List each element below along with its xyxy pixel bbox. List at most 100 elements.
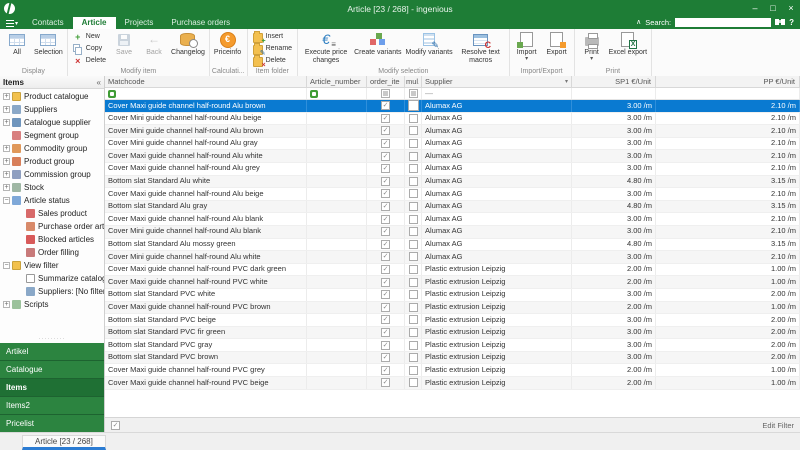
delete-button[interactable]: × Delete [71, 55, 108, 66]
tree-expander[interactable] [17, 236, 24, 243]
sidebar-collapse-icon[interactable]: « [97, 78, 101, 87]
order-item-checkbox[interactable] [381, 239, 390, 249]
resolve-text-macros-button[interactable]: Resolve text macros [455, 30, 507, 67]
table-row[interactable]: Bottom slat Standard PVC fir green Plast… [105, 326, 800, 340]
tree-item[interactable]: + Catalogue supplier [0, 116, 104, 129]
tree-item[interactable]: + Product group [0, 155, 104, 168]
tree-item[interactable]: Summarize catalogue [0, 272, 104, 285]
mul-checkbox[interactable] [408, 315, 418, 325]
mul-checkbox[interactable] [408, 189, 418, 199]
tree-item[interactable]: Blocked articles [0, 233, 104, 246]
maximize-icon[interactable]: □ [764, 1, 782, 16]
new-button[interactable]: + New [71, 31, 108, 42]
tree-expander[interactable]: − [3, 197, 10, 204]
table-row[interactable]: Bottom slat Standard PVC white Plastic e… [105, 288, 800, 302]
collapse-ribbon-icon[interactable]: ∧ [636, 18, 641, 26]
edit-filter-button[interactable]: Edit Filter [762, 421, 794, 430]
tree-expander[interactable]: + [3, 106, 10, 113]
column-header[interactable]: SP1 €/Unit [572, 76, 656, 87]
tree-expander[interactable]: + [3, 171, 10, 178]
side-panel-tab[interactable]: Items [0, 379, 104, 397]
tree-item[interactable]: + Commission group [0, 168, 104, 181]
table-row[interactable]: Cover Maxi guide channel half-round PVC … [105, 301, 800, 315]
column-header[interactable]: PP €/Unit [656, 76, 800, 87]
order-item-checkbox[interactable] [381, 126, 390, 136]
table-row[interactable]: Bottom slat Standard Alu gray Alumax AG … [105, 200, 800, 214]
mul-checkbox[interactable] [408, 353, 418, 363]
filter-cell-pp[interactable] [656, 88, 800, 99]
export-button[interactable]: Export [542, 30, 572, 67]
table-row[interactable]: Cover Mini guide channel half-round Alu … [105, 112, 800, 126]
help-icon[interactable]: ? [789, 18, 794, 27]
mul-checkbox[interactable] [408, 202, 418, 212]
indeterminate-checkbox[interactable] [408, 89, 418, 98]
order-item-checkbox[interactable] [381, 327, 390, 337]
tree-item[interactable]: Purchase order article [0, 220, 104, 233]
footer-checkbox[interactable] [111, 421, 120, 430]
tree-item[interactable]: Suppliers: [No filter] [0, 285, 104, 298]
table-row[interactable]: Cover Maxi guide channel half-round PVC … [105, 263, 800, 277]
ribbon-tab[interactable]: Contacts [23, 17, 73, 29]
tree-item[interactable]: + Commodity group [0, 142, 104, 155]
order-item-checkbox[interactable] [381, 378, 390, 388]
tree-expander[interactable]: + [3, 93, 10, 100]
minimize-icon[interactable]: – [746, 1, 764, 16]
tree-expander[interactable]: + [3, 158, 10, 165]
mul-checkbox[interactable] [408, 340, 418, 350]
table-row[interactable]: Bottom slat Standard PVC beige Plastic e… [105, 314, 800, 327]
mul-checkbox[interactable] [408, 214, 418, 224]
table-row[interactable]: Cover Mini guide channel half-round Alu … [105, 225, 800, 239]
table-row[interactable]: Cover Maxi guide channel half-round PVC … [105, 276, 800, 289]
search-input[interactable] [675, 17, 772, 27]
tree-expander[interactable]: + [3, 119, 10, 126]
mul-checkbox[interactable] [408, 126, 418, 136]
mul-checkbox[interactable] [408, 113, 418, 123]
tree-item[interactable]: + Scripts [0, 298, 104, 311]
back-button[interactable]: ← Back [139, 30, 169, 67]
execute-price-changes-button[interactable]: € Execute price changes [300, 30, 352, 67]
order-item-checkbox[interactable] [381, 265, 390, 275]
order-item-checkbox[interactable] [381, 202, 390, 212]
table-row[interactable]: Cover Maxi guide channel half-round PVC … [105, 377, 800, 390]
order-item-checkbox[interactable] [381, 353, 390, 363]
excel-export-button[interactable]: Excel export [607, 30, 650, 67]
side-panel-tab[interactable]: Catalogue [0, 361, 104, 379]
tree-item[interactable]: Sales product [0, 207, 104, 220]
filter-cell-order-item[interactable] [367, 88, 405, 99]
ribbon-tab[interactable]: Purchase orders [162, 17, 239, 29]
close-icon[interactable]: × [782, 1, 800, 16]
table-row[interactable]: Bottom slat Standard Alu white Alumax AG… [105, 175, 800, 189]
delete-folder-button[interactable]: × Delete [251, 54, 294, 69]
column-header[interactable]: order_item [367, 76, 405, 87]
tree-item[interactable]: − Article status [0, 194, 104, 207]
mul-checkbox[interactable] [408, 139, 418, 149]
import-button[interactable]: Import ▾ [512, 30, 542, 67]
tree-item[interactable]: + Product catalogue [0, 90, 104, 103]
status-tab-article[interactable]: Article [23 / 268] [22, 435, 106, 450]
mul-checkbox[interactable] [408, 151, 418, 161]
ribbon-tab[interactable]: Projects [116, 17, 163, 29]
mul-checkbox[interactable] [408, 227, 418, 237]
order-item-checkbox[interactable] [381, 164, 390, 174]
table-row[interactable]: Cover Maxi guide channel half-round Alu … [105, 150, 800, 163]
tree-expander[interactable] [17, 223, 24, 230]
filter-cell-mul[interactable] [405, 88, 422, 99]
table-row[interactable]: Cover Maxi guide channel half-round Alu … [105, 162, 800, 176]
tree-expander[interactable] [17, 275, 24, 282]
order-item-checkbox[interactable] [381, 214, 390, 224]
tree-item[interactable]: + Stock [0, 181, 104, 194]
mul-checkbox[interactable] [408, 302, 418, 312]
side-panel-tab[interactable]: Pricelist [0, 415, 104, 433]
rename-folder-button[interactable]: ✎ Rename [251, 42, 294, 57]
order-item-checkbox[interactable] [381, 151, 390, 161]
tree-item[interactable]: + Suppliers [0, 103, 104, 116]
filter-cell-supplier[interactable]: — [422, 88, 572, 99]
table-row[interactable]: Bottom slat Standard PVC gray Plastic ex… [105, 339, 800, 352]
tree-expander[interactable] [3, 132, 10, 139]
side-panel-tab[interactable]: Items2 [0, 397, 104, 415]
tree-expander[interactable]: + [3, 145, 10, 152]
all-button[interactable]: All [2, 30, 32, 67]
tree-item[interactable]: Segment group [0, 129, 104, 142]
column-header[interactable]: Matchcode [105, 76, 307, 87]
indeterminate-checkbox[interactable] [381, 89, 390, 98]
